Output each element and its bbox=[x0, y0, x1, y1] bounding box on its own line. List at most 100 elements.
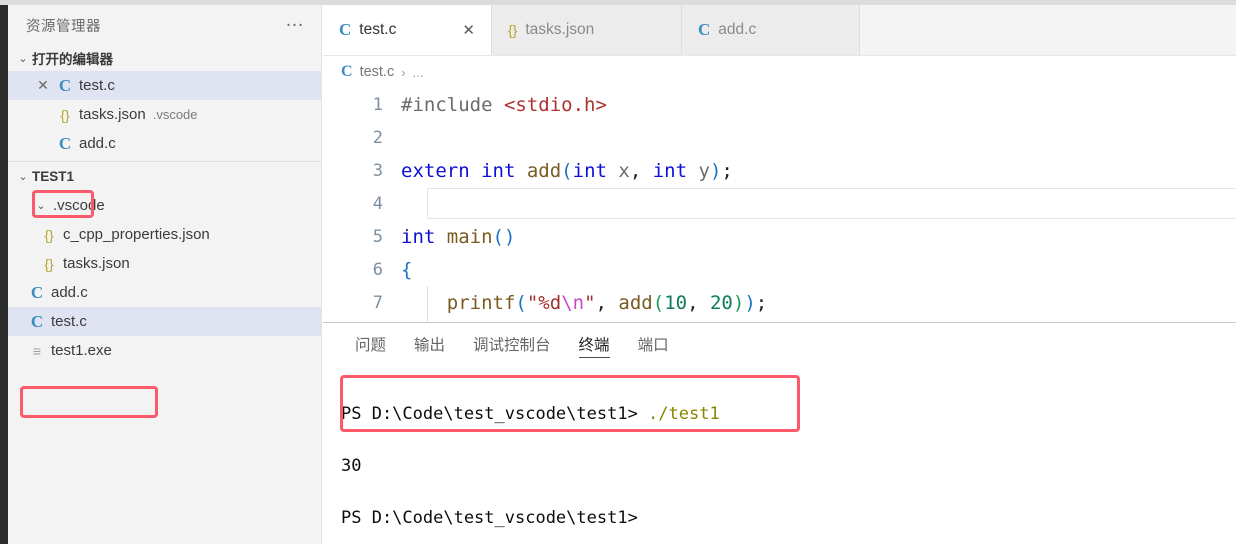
c-file-icon: C bbox=[58, 133, 72, 153]
tab-bar-filler bbox=[860, 5, 1236, 55]
token-function: printf bbox=[446, 291, 516, 314]
token-keyword: int bbox=[652, 159, 688, 182]
breadcrumb[interactable]: C test.c › ... bbox=[323, 56, 1236, 88]
tab-terminal[interactable]: 终端 bbox=[565, 323, 624, 365]
tab-tasks-json[interactable]: {} tasks.json bbox=[492, 5, 682, 55]
code-line-5: 5 int main() bbox=[323, 220, 1236, 253]
code-line-4: 4 bbox=[323, 187, 1236, 220]
code-line-7: 7 printf("%d\n", add(10, 20)); bbox=[323, 286, 1236, 319]
breadcrumb-file[interactable]: test.c bbox=[360, 64, 395, 80]
terminal-command: ./test1 bbox=[648, 404, 720, 424]
panel-tab-label: 输出 bbox=[414, 337, 446, 354]
token-number: 10 bbox=[664, 291, 688, 314]
current-line-highlight bbox=[427, 188, 1236, 219]
token-punct: , bbox=[687, 291, 710, 314]
token-string: " bbox=[584, 291, 596, 314]
token-keyword: int bbox=[401, 225, 447, 248]
terminal-output[interactable]: PS D:\Code\test_vscode\test1> ./test1 30… bbox=[323, 365, 1236, 544]
token-function: add bbox=[618, 291, 653, 314]
file-test-c[interactable]: C test.c bbox=[8, 307, 321, 336]
token-keyword: int bbox=[572, 159, 607, 182]
c-file-icon: C bbox=[30, 282, 44, 302]
open-editor-test-c[interactable]: ✕ C test.c bbox=[8, 71, 321, 100]
token-macro: #include bbox=[401, 93, 504, 116]
project-root-label: TEST1 bbox=[32, 169, 75, 184]
file-add-c[interactable]: C add.c bbox=[8, 278, 321, 307]
token-variable: x bbox=[606, 159, 630, 182]
tab-label: add.c bbox=[718, 21, 757, 38]
line-number: 1 bbox=[372, 94, 383, 115]
panel-tab-label: 调试控制台 bbox=[473, 337, 551, 354]
close-icon[interactable]: ✕ bbox=[436, 21, 475, 39]
json-file-icon: {} bbox=[44, 255, 54, 272]
code-line-3: 3 extern int add(int x, int y); bbox=[323, 154, 1236, 187]
json-file-icon: {} bbox=[44, 226, 54, 243]
section-open-editors[interactable]: ⌄ 打开的编辑器 bbox=[8, 45, 321, 71]
code-line-6: 6 { bbox=[323, 253, 1236, 286]
c-file-icon: C bbox=[341, 63, 353, 80]
code-editor[interactable]: 1 #include <stdio.h> 2 3 extern int add(… bbox=[323, 88, 1236, 322]
file-test1-exe[interactable]: ≡ test1.exe bbox=[8, 336, 321, 365]
token-paren: ) bbox=[744, 291, 756, 314]
token-function: main bbox=[446, 225, 493, 248]
file-label: tasks.json bbox=[63, 255, 130, 272]
explorer-header: 资源管理器 … bbox=[8, 5, 321, 45]
token-string: "%d bbox=[526, 291, 562, 314]
tab-debug-console[interactable]: 调试控制台 bbox=[459, 323, 565, 365]
token-punct: , bbox=[595, 291, 619, 314]
token-paren: ( bbox=[652, 291, 665, 314]
file-tasks-json[interactable]: {} tasks.json bbox=[8, 249, 321, 278]
terminal-prompt: PS D:\Code\test_vscode\test1> bbox=[341, 508, 638, 528]
token-keyword: extern bbox=[401, 159, 470, 182]
panel-tab-bar: 问题 输出 调试控制台 终端 端口 bbox=[323, 323, 1236, 365]
panel-tab-label: 问题 bbox=[355, 337, 387, 354]
close-icon[interactable]: ✕ bbox=[32, 77, 54, 94]
json-file-icon: {} bbox=[508, 22, 518, 38]
code-content: extern int add(int x, int y); bbox=[401, 160, 733, 182]
terminal-line-1: PS D:\Code\test_vscode\test1> ./test1 bbox=[341, 401, 1236, 427]
c-file-icon: C bbox=[698, 20, 711, 39]
tab-output[interactable]: 输出 bbox=[400, 323, 459, 365]
c-file-icon: C bbox=[58, 75, 72, 95]
indent-guide bbox=[427, 286, 428, 322]
activity-bar[interactable] bbox=[0, 5, 8, 544]
token-paren: ) bbox=[709, 159, 722, 182]
tab-label: test.c bbox=[359, 21, 397, 38]
tab-add-c[interactable]: C add.c bbox=[682, 5, 860, 55]
folder-vscode[interactable]: ⌄ .vscode bbox=[8, 191, 321, 220]
open-editor-label: tasks.json bbox=[79, 106, 146, 123]
terminal-line-2: 30 bbox=[341, 453, 1236, 479]
token-number: 20 bbox=[709, 291, 733, 314]
token-paren: () bbox=[492, 225, 516, 248]
token-escape: \n bbox=[561, 291, 585, 314]
open-editor-label: test.c bbox=[79, 77, 115, 94]
token-paren: ( bbox=[515, 291, 527, 314]
tab-test-c[interactable]: C test.c ✕ bbox=[323, 5, 492, 55]
section-open-editors-label: 打开的编辑器 bbox=[32, 52, 113, 67]
token-paren: ) bbox=[732, 291, 745, 314]
more-actions-icon[interactable]: … bbox=[281, 11, 309, 35]
open-editor-add-c[interactable]: C add.c bbox=[8, 129, 321, 158]
open-editor-description: .vscode bbox=[152, 107, 198, 122]
file-c-cpp-properties-json[interactable]: {} c_cpp_properties.json bbox=[8, 220, 321, 249]
tab-ports[interactable]: 端口 bbox=[624, 323, 683, 365]
explorer-title: 资源管理器 bbox=[26, 18, 101, 35]
terminal-prompt: PS D:\Code\test_vscode\test1> bbox=[341, 404, 649, 424]
section-project-test1[interactable]: ⌄ TEST1 bbox=[8, 162, 321, 191]
code-line-1: 1 #include <stdio.h> bbox=[323, 88, 1236, 121]
line-number: 6 bbox=[372, 259, 383, 280]
open-editor-tasks-json[interactable]: {} tasks.json .vscode bbox=[8, 100, 321, 129]
terminal-result: 30 bbox=[341, 456, 362, 476]
c-file-icon: C bbox=[339, 20, 352, 39]
c-file-icon: C bbox=[30, 311, 44, 331]
editor-tab-bar: C test.c ✕ {} tasks.json C add.c bbox=[323, 5, 1236, 56]
chevron-down-icon: ⌄ bbox=[36, 200, 46, 212]
code-content: #include <stdio.h> bbox=[401, 94, 607, 116]
breadcrumb-rest[interactable]: ... bbox=[413, 65, 424, 80]
file-label: test1.exe bbox=[51, 342, 112, 359]
file-label: add.c bbox=[51, 284, 88, 301]
tab-problems[interactable]: 问题 bbox=[341, 323, 400, 365]
token-punct: ; bbox=[721, 159, 733, 182]
panel-tab-label: 端口 bbox=[637, 337, 669, 354]
